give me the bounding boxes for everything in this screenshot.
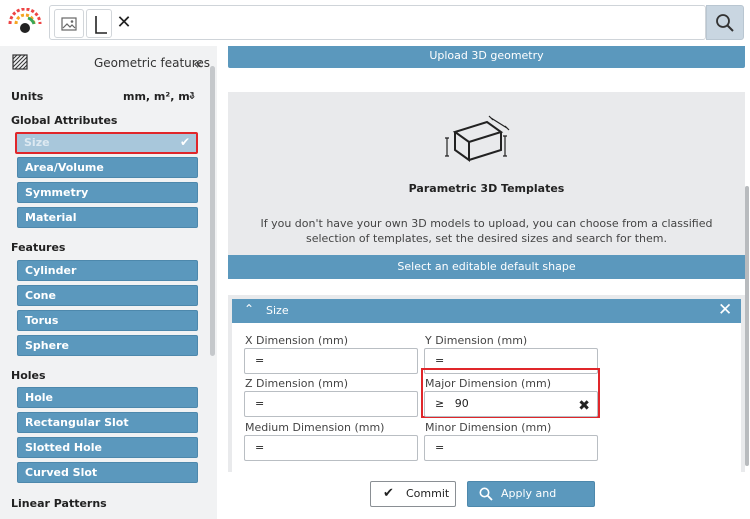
main-panel: Upload 3D geometry Parametric 3D Templat…	[217, 46, 750, 519]
top-bar: ✕	[0, 0, 750, 46]
sidebar: Geometric features « Units mm, m², m³ ⌄ …	[0, 46, 217, 519]
size-panel-header[interactable]: ⌃ Size ✕	[232, 299, 741, 323]
sidebar-item-size[interactable]: Size ✔	[15, 132, 198, 154]
select-default-shape-button[interactable]: Select an editable default shape	[228, 255, 745, 279]
l-shape-chip[interactable]	[86, 9, 112, 38]
commit-button[interactable]: ✔ Commit	[370, 481, 456, 507]
units-select[interactable]: mm, m², m³	[123, 90, 195, 103]
major-dimension-label: Major Dimension (mm)	[425, 377, 552, 390]
templates-description: If you don't have your own 3D models to …	[260, 217, 713, 245]
minor-dimension-input[interactable]: =	[424, 435, 598, 461]
chevron-down-icon[interactable]: ⌄	[187, 88, 197, 102]
apply-and-search-button[interactable]: Apply and search	[467, 481, 595, 519]
medium-dimension-input[interactable]: =	[244, 435, 418, 461]
size-panel-title: Size	[266, 304, 289, 317]
z-dimension-input[interactable]: =	[244, 391, 418, 417]
sidebar-item-cylinder[interactable]: Cylinder	[17, 260, 198, 281]
sidebar-item-sphere[interactable]: Sphere	[17, 335, 198, 356]
check-icon: ✔	[383, 486, 394, 501]
sidebar-item-symmetry[interactable]: Symmetry	[17, 182, 198, 203]
section-holes: Holes	[11, 369, 46, 382]
section-global-attributes: Global Attributes	[11, 114, 118, 127]
hatch-pattern-icon[interactable]	[12, 54, 28, 70]
sidebar-item-torus[interactable]: Torus	[17, 310, 198, 331]
minor-dimension-label: Minor Dimension (mm)	[425, 421, 552, 434]
action-bar: ✔ Commit Apply and search	[217, 472, 750, 519]
templates-title: Parametric 3D Templates	[408, 182, 565, 195]
sidebar-header: Geometric features «	[0, 46, 217, 80]
x-dimension-label: X Dimension (mm)	[245, 334, 349, 347]
section-features: Features	[11, 241, 66, 254]
close-panel-icon[interactable]: ✕	[718, 300, 732, 320]
chevron-up-icon[interactable]: ⌃	[244, 302, 254, 316]
app-logo[interactable]	[6, 8, 44, 38]
search-button[interactable]	[706, 5, 744, 40]
search-icon	[716, 13, 734, 32]
clear-search-icon[interactable]: ✕	[114, 12, 134, 34]
z-dimension-label: Z Dimension (mm)	[245, 377, 349, 390]
main-scrollbar[interactable]	[745, 46, 750, 466]
sidebar-item-area-volume[interactable]: Area/Volume	[17, 157, 198, 178]
x-dimension-input[interactable]: =	[244, 348, 418, 374]
sidebar-item-cone[interactable]: Cone	[17, 285, 198, 306]
collapse-sidebar-icon[interactable]: «	[193, 54, 203, 73]
y-dimension-label: Y Dimension (mm)	[425, 334, 528, 347]
image-search-icon[interactable]	[54, 9, 84, 38]
upload-3d-geometry-button[interactable]: Upload 3D geometry	[228, 46, 745, 68]
search-bar[interactable]: ✕	[49, 5, 706, 40]
medium-dimension-label: Medium Dimension (mm)	[245, 421, 385, 434]
sidebar-item-slotted-hole[interactable]: Slotted Hole	[17, 437, 198, 458]
units-label: Units	[11, 90, 44, 103]
major-dimension-input[interactable]: ≥ 90 ✖	[424, 391, 598, 417]
sidebar-item-hole[interactable]: Hole	[17, 387, 198, 408]
sidebar-item-rectangular-slot[interactable]: Rectangular Slot	[17, 412, 198, 433]
sidebar-item-curved-slot[interactable]: Curved Slot	[17, 462, 198, 483]
clear-value-icon[interactable]: ✖	[578, 394, 590, 418]
parametric-box-icon	[445, 115, 510, 162]
parametric-templates-box: Parametric 3D Templates If you don't hav…	[228, 92, 745, 279]
check-icon: ✔	[179, 135, 190, 149]
search-icon	[479, 487, 493, 501]
sidebar-item-material[interactable]: Material	[17, 207, 198, 228]
section-linear-patterns: Linear Patterns	[11, 497, 107, 510]
sidebar-scrollbar[interactable]	[210, 66, 215, 356]
